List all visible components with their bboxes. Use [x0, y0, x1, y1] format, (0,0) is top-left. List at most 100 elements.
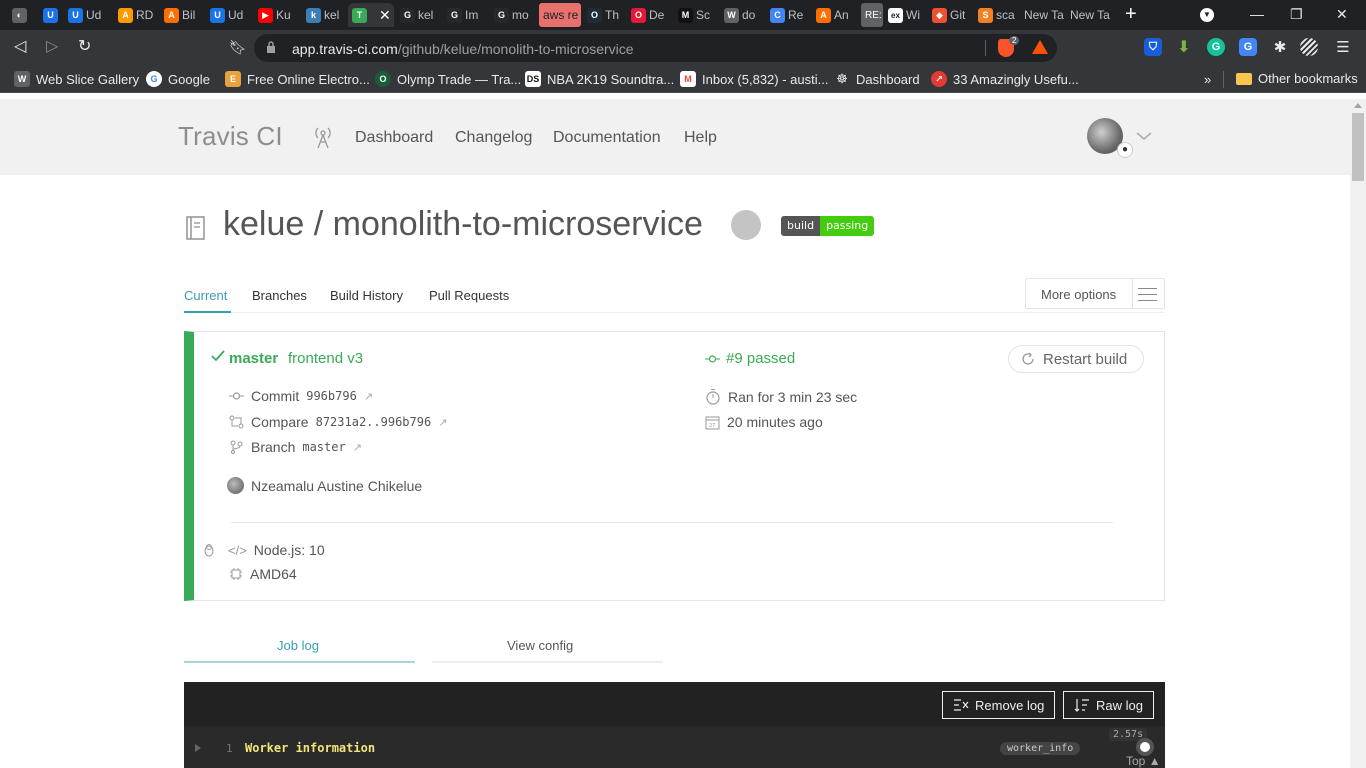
browser-tab[interactable]: M Sc — [674, 3, 720, 27]
browser-tab[interactable]: C Re — [766, 3, 812, 27]
chevron-down-icon[interactable] — [1136, 131, 1152, 141]
tab-branches[interactable]: Branches — [252, 288, 307, 303]
tab-search-icon[interactable]: ▼ — [1200, 8, 1214, 22]
tab-favicon-icon: ◐ — [12, 7, 27, 23]
scrollbar-thumb[interactable] — [1352, 113, 1364, 181]
build-status-badge[interactable]: build passing — [781, 216, 875, 236]
close-tab-icon[interactable]: ✕ — [379, 8, 391, 22]
repo-name: monolith-to-microservice — [332, 205, 703, 243]
google-translate-extension-icon[interactable]: G — [1239, 38, 1257, 56]
grammarly-extension-icon[interactable]: G — [1207, 38, 1225, 56]
bookmark-item[interactable]: G Google — [146, 71, 210, 87]
bookmark-page-icon[interactable]: 🔖︎ — [229, 38, 247, 56]
restart-build-button[interactable]: Restart build — [1008, 345, 1144, 373]
browser-tab[interactable]: k kel — [302, 3, 348, 27]
bookmark-item[interactable]: W Web Slice Gallery — [14, 71, 139, 87]
tab-favicon-icon: A — [118, 7, 133, 23]
browser-tab[interactable]: A An — [812, 3, 858, 27]
branch-name-link[interactable]: master — [302, 440, 345, 454]
bookmark-item[interactable]: E Free Online Electro... — [225, 71, 370, 87]
browser-tab[interactable]: A RD — [114, 3, 162, 27]
browser-tab[interactable]: RE: — [861, 3, 883, 27]
bookmark-label: Dashboard — [856, 71, 920, 87]
close-window-icon[interactable]: ✕ — [1336, 6, 1348, 22]
browser-tab[interactable]: G Im — [443, 3, 489, 27]
language-version: Node.js: 10 — [253, 542, 325, 558]
reload-icon[interactable]: ↻ — [78, 38, 91, 56]
more-options-divider — [1132, 279, 1133, 308]
bookmark-item[interactable]: O Olymp Trade — Tra... — [375, 71, 521, 87]
broadcast-antenna-icon[interactable] — [314, 125, 332, 149]
browser-tab[interactable]: U Ud — [64, 3, 112, 27]
nav-help[interactable]: Help — [684, 129, 717, 147]
minimize-icon[interactable]: — — [1250, 6, 1264, 22]
browser-tab[interactable]: Gkel — [396, 3, 442, 27]
bookmark-item[interactable]: ☸ Dashboard — [834, 71, 920, 87]
repo-owner-link[interactable]: kelue — [223, 205, 304, 243]
browser-tab[interactable]: ex Wi — [884, 3, 928, 27]
browser-tab[interactable]: ▶ Ku — [254, 3, 302, 27]
tab-current[interactable]: Current — [184, 288, 227, 303]
tab-build-history[interactable]: Build History — [330, 288, 403, 303]
more-options-button[interactable]: More options — [1025, 278, 1165, 309]
travis-logo[interactable]: Travis CI — [178, 121, 283, 152]
commit-message: frontend v3 — [288, 350, 364, 367]
compare-range-link[interactable]: 87231a2..996b796 — [316, 415, 432, 429]
other-bookmarks-label: Other bookmarks — [1258, 71, 1358, 86]
tab-job-log[interactable]: Job log — [277, 638, 319, 653]
page-scrollbar[interactable] — [1350, 99, 1366, 768]
browser-tab[interactable]: New Ta — [1020, 3, 1068, 27]
nav-dashboard[interactable]: Dashboard — [355, 129, 433, 147]
download-extension-icon[interactable]: ⬇ — [1175, 38, 1193, 56]
bitwarden-extension-icon[interactable]: ⛉ — [1144, 38, 1162, 56]
tab-pull-requests[interactable]: Pull Requests — [429, 288, 509, 303]
github-repo-link-icon[interactable] — [731, 210, 761, 240]
external-link-icon[interactable]: ↗ — [364, 390, 373, 403]
bookmark-label: 33 Amazingly Usefu... — [953, 71, 1079, 87]
bookmarks-overflow-chevron-icon[interactable]: » — [1204, 72, 1211, 87]
browser-tab[interactable]: O Th — [583, 3, 627, 27]
extensions-puzzle-icon[interactable]: ✱ — [1271, 38, 1289, 56]
browser-tab[interactable]: ◐ — [8, 3, 38, 27]
browser-tab[interactable]: U Ud — [206, 3, 254, 27]
remove-log-button[interactable]: Remove log — [942, 691, 1056, 719]
restore-icon[interactable]: ❐ — [1290, 6, 1303, 22]
browser-tab[interactable]: New Ta — [1066, 3, 1114, 27]
browser-menu-icon[interactable]: ☰ — [1334, 38, 1352, 56]
scroll-up-arrow-icon[interactable] — [1354, 103, 1362, 108]
browser-tab[interactable]: A Bil — [160, 3, 208, 27]
bookmark-item[interactable]: DS NBA 2K19 Soundtra... — [525, 71, 674, 87]
commit-icon — [705, 354, 720, 363]
brave-rewards-icon[interactable] — [1032, 40, 1048, 54]
external-link-icon[interactable]: ↗ — [438, 416, 447, 429]
browser-tab[interactable]: Gmo — [490, 3, 536, 27]
browser-tab[interactable]: O De — [627, 3, 673, 27]
build-number-status[interactable]: #9 passed — [705, 350, 795, 367]
profile-icon[interactable] — [1300, 38, 1318, 56]
bookmark-item[interactable]: ↗ 33 Amazingly Usefu... — [931, 71, 1079, 87]
build-branch-name[interactable]: master — [229, 350, 278, 367]
other-bookmarks-folder[interactable]: Other bookmarks — [1236, 71, 1358, 86]
raw-log-button[interactable]: Raw log — [1063, 691, 1154, 719]
bookmark-item[interactable]: M Inbox (5,832) - austi... — [680, 71, 828, 87]
tab-title: RD — [136, 8, 154, 22]
address-bar[interactable]: app.travis-ci.com/github/kelue/monolith-… — [254, 34, 1057, 62]
browser-tab[interactable]: ◆ Git — [928, 3, 974, 27]
browser-tab[interactable]: aws re — [539, 3, 581, 27]
github-favicon-icon: G — [447, 7, 462, 23]
nav-documentation[interactable]: Documentation — [553, 129, 661, 147]
scroll-to-top-label[interactable]: Top ▲ — [1126, 754, 1161, 768]
tab-favicon-icon: ex — [888, 7, 903, 23]
browser-tab[interactable]: Wdo — [720, 3, 766, 27]
commit-sha-link[interactable]: 996b796 — [306, 389, 357, 403]
back-icon[interactable]: ◁ — [14, 38, 26, 56]
expand-triangle-icon[interactable] — [195, 744, 201, 752]
external-link-icon[interactable]: ↗ — [353, 441, 362, 454]
log-line-number[interactable]: 1 — [226, 742, 233, 755]
nav-changelog[interactable]: Changelog — [455, 129, 532, 147]
tab-favicon-icon: O — [587, 7, 602, 23]
forward-icon[interactable]: ▷ — [46, 38, 58, 56]
tab-view-config[interactable]: View config — [507, 638, 573, 653]
new-tab-plus-icon[interactable]: + — [1125, 4, 1137, 24]
browser-tab[interactable]: Ssca — [974, 3, 1020, 27]
